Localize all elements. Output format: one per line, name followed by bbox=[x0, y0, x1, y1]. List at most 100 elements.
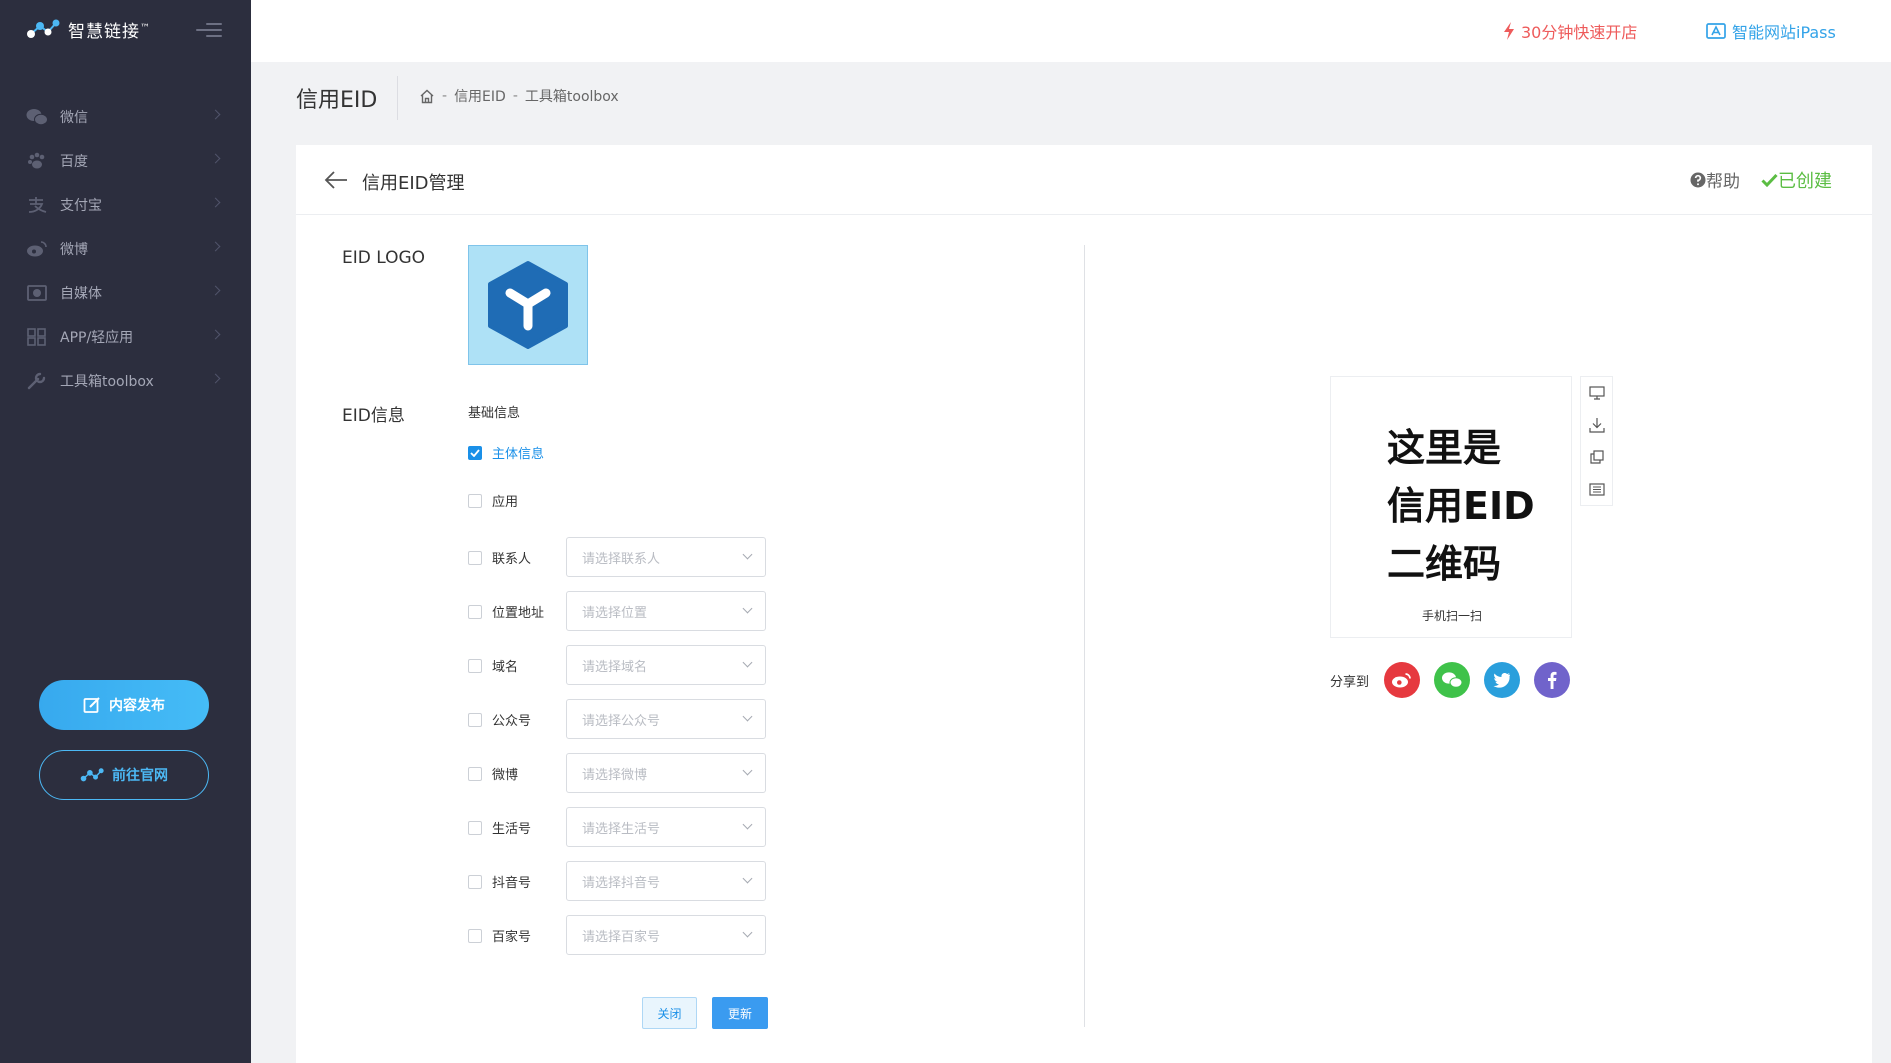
alipay-icon bbox=[26, 196, 48, 214]
sidebar-item-alipay[interactable]: 支付宝 bbox=[0, 183, 251, 227]
select-placeholder: 请选择生活号 bbox=[582, 821, 661, 837]
sidebar: 智慧链接™ 微信 百度 支付宝 微博 自媒体 APP/轻应用 工具箱toolbo… bbox=[0, 0, 251, 1063]
lightning-icon bbox=[1504, 22, 1514, 40]
close-button[interactable]: 关闭 bbox=[642, 997, 697, 1029]
checkbox[interactable] bbox=[468, 928, 482, 943]
checkbox[interactable] bbox=[468, 493, 482, 508]
sidebar-item-wechat[interactable]: 微信 bbox=[0, 95, 251, 139]
update-button[interactable]: 更新 bbox=[712, 997, 768, 1029]
checkbox[interactable] bbox=[468, 712, 482, 727]
qr-caption: 手机扫一扫 bbox=[1421, 609, 1482, 623]
quick-store-link[interactable]: 30分钟快速开店 bbox=[1503, 19, 1637, 43]
sidebar-item-label: 工具箱toolbox bbox=[60, 374, 154, 390]
back-arrow-icon[interactable] bbox=[324, 169, 348, 191]
field-contact[interactable]: 联系人 bbox=[468, 548, 531, 567]
domain-select[interactable]: 请选择域名 bbox=[566, 645, 766, 685]
quick-store-label: 30分钟快速开店 bbox=[1521, 23, 1638, 42]
publish-label: 内容发布 bbox=[109, 697, 165, 713]
status-label: 已创建 bbox=[1778, 171, 1832, 192]
ipass-label: 智能网站iPass bbox=[1732, 23, 1836, 42]
card-title: 信用EID管理 bbox=[362, 173, 465, 194]
checkbox[interactable] bbox=[468, 604, 482, 619]
field-domain[interactable]: 域名 bbox=[468, 656, 518, 675]
facebook-icon bbox=[1548, 671, 1557, 689]
field-label: 百家号 bbox=[492, 930, 532, 945]
field-official-account[interactable]: 公众号 bbox=[468, 710, 531, 729]
chevron-down-icon bbox=[742, 657, 753, 668]
chevron-down-icon bbox=[742, 549, 753, 560]
option-application[interactable]: 应用 bbox=[468, 491, 518, 510]
chevron-down-icon bbox=[742, 711, 753, 722]
address-select[interactable]: 请选择位置 bbox=[566, 591, 766, 631]
field-label: 抖音号 bbox=[492, 876, 532, 891]
download-icon[interactable] bbox=[1581, 409, 1612, 441]
chevron-right-icon bbox=[210, 373, 221, 384]
header-divider bbox=[397, 76, 398, 120]
eid-logo-upload[interactable] bbox=[468, 245, 588, 365]
ipass-link[interactable]: 智能网站iPass bbox=[1706, 19, 1836, 43]
wechat-icon bbox=[26, 108, 48, 126]
check-icon bbox=[470, 448, 480, 457]
field-life-account[interactable]: 生活号 bbox=[468, 818, 531, 837]
field-baijiahao[interactable]: 百家号 bbox=[468, 926, 531, 945]
checkbox[interactable] bbox=[468, 766, 482, 781]
qr-text-line: 这里是 bbox=[1387, 426, 1502, 470]
douyin-select[interactable]: 请选择抖音号 bbox=[566, 861, 766, 901]
share-twitter-button[interactable] bbox=[1484, 662, 1521, 698]
share-wechat-button[interactable] bbox=[1434, 662, 1471, 698]
sidebar-item-baidu[interactable]: 百度 bbox=[0, 139, 251, 183]
life-account-select[interactable]: 请选择生活号 bbox=[566, 807, 766, 847]
checkbox[interactable] bbox=[468, 874, 482, 889]
edit-icon bbox=[83, 697, 100, 713]
sidebar-item-label: 支付宝 bbox=[60, 198, 102, 214]
share-label: 分享到 bbox=[1330, 674, 1370, 690]
sidebar-item-toolbox[interactable]: 工具箱toolbox bbox=[0, 359, 251, 403]
official-account-select[interactable]: 请选择公众号 bbox=[566, 699, 766, 739]
checkbox[interactable] bbox=[468, 658, 482, 673]
home-icon[interactable] bbox=[419, 89, 435, 104]
field-weibo[interactable]: 微博 bbox=[468, 764, 518, 783]
brand-logo-icon bbox=[27, 19, 60, 38]
chevron-down-icon bbox=[742, 603, 753, 614]
share-weibo-button[interactable] bbox=[1384, 662, 1421, 698]
checkbox-checked[interactable] bbox=[468, 445, 482, 460]
checkbox[interactable] bbox=[468, 820, 482, 835]
visit-site-button[interactable]: 前往官网 bbox=[39, 750, 209, 800]
share-bar: 分享到 bbox=[1330, 662, 1584, 698]
menu-toggle-icon[interactable] bbox=[196, 19, 222, 39]
publish-button[interactable]: 内容发布 bbox=[39, 680, 209, 730]
sidebar-item-media[interactable]: 自媒体 bbox=[0, 271, 251, 315]
option-label: 主体信息 bbox=[492, 447, 545, 462]
help-label: 帮助 bbox=[1706, 172, 1740, 192]
chevron-right-icon bbox=[210, 329, 221, 340]
field-douyin[interactable]: 抖音号 bbox=[468, 872, 531, 891]
field-address[interactable]: 位置地址 bbox=[468, 602, 544, 621]
sidebar-item-label: 微信 bbox=[60, 110, 88, 126]
qr-code-preview: 这里是 信用EID 二维码 手机扫一扫 bbox=[1330, 376, 1572, 638]
option-label: 应用 bbox=[492, 495, 519, 510]
monitor-icon[interactable] bbox=[1581, 377, 1612, 409]
select-placeholder: 请选择位置 bbox=[582, 605, 648, 621]
select-placeholder: 请选择联系人 bbox=[582, 551, 661, 567]
baijiahao-select[interactable]: 请选择百家号 bbox=[566, 915, 766, 955]
chevron-down-icon bbox=[742, 819, 753, 830]
code-icon[interactable] bbox=[1581, 473, 1612, 505]
checkbox[interactable] bbox=[468, 550, 482, 565]
field-label: 公众号 bbox=[492, 714, 532, 729]
weibo-select[interactable]: 请选择微博 bbox=[566, 753, 766, 793]
sidebar-item-label: 自媒体 bbox=[60, 286, 102, 302]
breadcrumb-item[interactable]: 工具箱toolbox bbox=[525, 86, 619, 106]
twitter-icon bbox=[1493, 673, 1511, 688]
media-icon bbox=[26, 284, 48, 302]
contact-select[interactable]: 请选择联系人 bbox=[566, 537, 766, 577]
copy-icon[interactable] bbox=[1581, 441, 1612, 473]
sidebar-item-apps[interactable]: APP/轻应用 bbox=[0, 315, 251, 359]
help-link[interactable]: 帮助 bbox=[1690, 167, 1740, 192]
page-header: 信用EID - 信用EID - 工具箱toolbox bbox=[251, 62, 1891, 144]
option-subject-info[interactable]: 主体信息 bbox=[468, 443, 544, 462]
share-facebook-button[interactable] bbox=[1534, 662, 1571, 698]
topbar: 30分钟快速开店 智能网站iPass bbox=[251, 0, 1891, 62]
page-title: 信用EID bbox=[296, 88, 378, 113]
sidebar-item-weibo[interactable]: 微博 bbox=[0, 227, 251, 271]
breadcrumb-item[interactable]: 信用EID bbox=[454, 86, 506, 106]
